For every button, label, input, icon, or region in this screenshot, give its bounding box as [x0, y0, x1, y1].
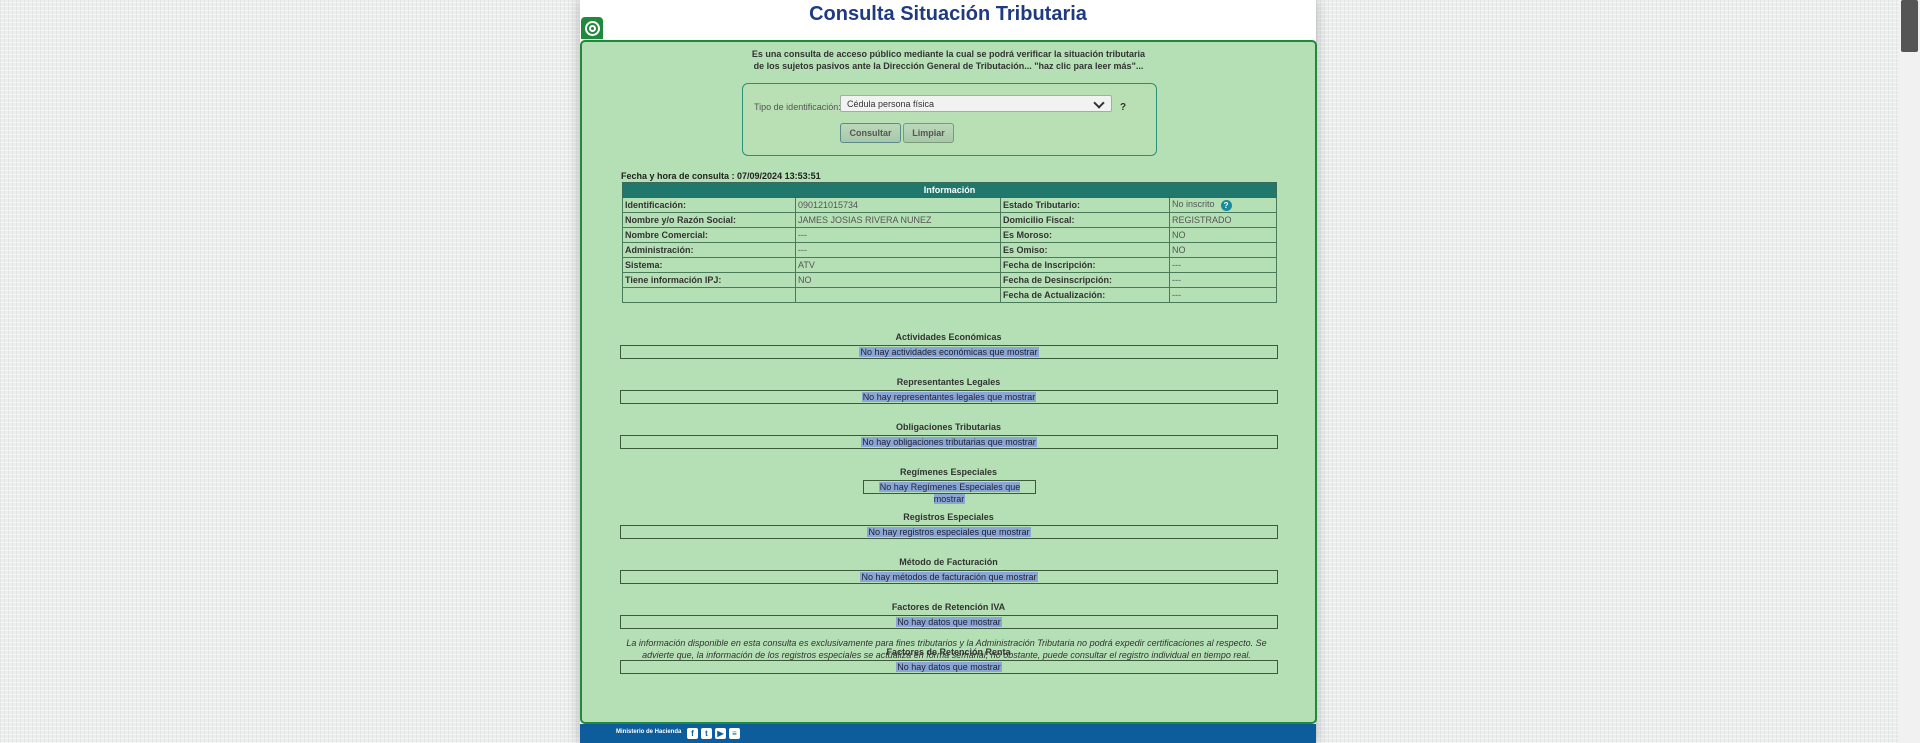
- section-box-representantes: No hay representantes legales que mostra…: [620, 390, 1278, 404]
- label-estado-tributario: Estado Tributario:: [1000, 197, 1170, 213]
- section-title-metodo-facturacion: Método de Facturación: [899, 557, 998, 567]
- footer-brand[interactable]: Ministerio de Hacienda: [616, 729, 681, 735]
- section-title-actividades: Actividades Económicas: [895, 332, 1002, 342]
- section-box-registros: No hay registros especiales que mostrar: [620, 525, 1278, 539]
- value-administracion: ---: [795, 242, 1001, 258]
- youtube-icon[interactable]: ▶: [715, 728, 726, 739]
- value-informacion-ipj: NO: [795, 272, 1001, 288]
- id-type-label: Tipo de identificación:: [754, 102, 841, 112]
- disclaimer-line-1: La información disponible en esta consul…: [626, 638, 1267, 648]
- label-administracion: Administración:: [622, 242, 796, 258]
- table-row: Nombre y/o Razón Social: JAMES JOSIAS RI…: [622, 212, 1277, 228]
- hacienda-logo-icon[interactable]: [581, 17, 603, 39]
- label-nombre: Nombre y/o Razón Social:: [622, 212, 796, 228]
- query-datetime: Fecha y hora de consulta : 07/09/2024 13…: [621, 171, 821, 181]
- value-identificacion: 090121015734: [795, 197, 1001, 213]
- section-box-retencion-iva: No hay datos que mostrar: [620, 615, 1278, 629]
- empty-cell: [622, 287, 796, 303]
- value-domicilio-fiscal: REGISTRADO: [1169, 212, 1277, 228]
- section-message: No hay Regímenes Especiales que mostrar: [878, 482, 1021, 504]
- id-type-select[interactable]: Cédula persona física: [840, 95, 1112, 112]
- intro-line-2: de los sujetos pasivos ante la Dirección…: [753, 61, 1144, 71]
- table-row: Fecha de Actualización: ---: [622, 287, 1277, 303]
- clear-button[interactable]: Limpiar: [903, 123, 954, 143]
- table-row: Nombre Comercial: --- Es Moroso: NO: [622, 227, 1277, 243]
- section-message: No hay actividades económicas que mostra…: [859, 347, 1039, 357]
- table-row: Identificación: 090121015734 Estado Trib…: [622, 197, 1277, 213]
- label-fecha-inscripcion: Fecha de Inscripción:: [1000, 257, 1170, 273]
- menu-list-icon[interactable]: ≡: [729, 728, 740, 739]
- twitter-icon[interactable]: t: [701, 728, 712, 739]
- label-nombre-comercial: Nombre Comercial:: [622, 227, 796, 243]
- label-fecha-actualizacion: Fecha de Actualización:: [1000, 287, 1170, 303]
- value-es-omiso: NO: [1169, 242, 1277, 258]
- label-sistema: Sistema:: [622, 257, 796, 273]
- table-row: Sistema: ATV Fecha de Inscripción: ---: [622, 257, 1277, 273]
- section-message: No hay registros especiales que mostrar: [867, 527, 1031, 537]
- label-es-moroso: Es Moroso:: [1000, 227, 1170, 243]
- table-row: Administración: --- Es Omiso: NO: [622, 242, 1277, 258]
- disclaimer-line-2: advierte que, la información de los regi…: [642, 650, 1251, 660]
- section-message: No hay representantes legales que mostra…: [861, 392, 1037, 402]
- disclaimer-text: La información disponible en esta consul…: [600, 637, 1293, 661]
- section-box-obligaciones: No hay obligaciones tributarias que most…: [620, 435, 1278, 449]
- label-domicilio-fiscal: Domicilio Fiscal:: [1000, 212, 1170, 228]
- section-box-metodo-facturacion: No hay métodos de facturación que mostra…: [620, 570, 1278, 584]
- page-title: Consulta Situación Tributaria: [809, 3, 1087, 25]
- search-box: Tipo de identificación: Cédula persona f…: [742, 83, 1157, 156]
- main-panel: Es una consulta de acceso público median…: [580, 40, 1317, 724]
- intro-text[interactable]: Es una consulta de acceso público median…: [582, 48, 1315, 72]
- chevron-down-icon: [1093, 97, 1105, 109]
- id-type-selected-value: Cédula persona física: [847, 99, 935, 109]
- section-title-representantes: Representantes Legales: [896, 377, 1001, 387]
- section-message: No hay obligaciones tributarias que most…: [861, 437, 1037, 447]
- value-es-moroso: NO: [1169, 227, 1277, 243]
- value-fecha-inscripcion: ---: [1169, 257, 1277, 273]
- scrollbar-track[interactable]: [1899, 0, 1920, 743]
- section-message: No hay datos que mostrar: [896, 617, 1002, 627]
- section-title-regimenes: Regímenes Especiales: [899, 467, 998, 477]
- consult-button[interactable]: Consultar: [840, 123, 901, 143]
- page-container: Consulta Situación Tributaria Es una con…: [580, 0, 1317, 743]
- footer: Ministerio de Hacienda f t ▶ ≡: [580, 724, 1316, 743]
- help-link[interactable]: ?: [1120, 102, 1126, 113]
- intro-line-1: Es una consulta de acceso público median…: [751, 49, 1146, 59]
- value-estado-tributario-cell: No inscrito?: [1169, 197, 1277, 213]
- label-es-omiso: Es Omiso:: [1000, 242, 1170, 258]
- question-circle-icon[interactable]: ?: [1220, 199, 1232, 211]
- value-nombre-comercial: ---: [795, 227, 1001, 243]
- table-row: Tiene información IPJ: NO Fecha de Desin…: [622, 272, 1277, 288]
- label-identificacion: Identificación:: [622, 197, 796, 213]
- value-fecha-desinscripcion: ---: [1169, 272, 1277, 288]
- information-header: Información: [622, 182, 1277, 198]
- section-message: No hay datos que mostrar: [896, 662, 1002, 672]
- label-fecha-desinscripcion: Fecha de Desinscripción:: [1000, 272, 1170, 288]
- empty-cell: [795, 287, 1001, 303]
- section-title-retencion-iva: Factores de Retención IVA: [891, 602, 1006, 612]
- section-title-registros: Registros Especiales: [903, 512, 994, 522]
- value-estado-tributario: No inscrito: [1172, 199, 1215, 210]
- section-title-obligaciones: Obligaciones Tributarias: [895, 422, 1002, 432]
- information-table: Información Identificación: 090121015734…: [622, 182, 1277, 303]
- label-informacion-ipj: Tiene información IPJ:: [622, 272, 796, 288]
- value-sistema: ATV: [795, 257, 1001, 273]
- section-box-actividades: No hay actividades económicas que mostra…: [620, 345, 1278, 359]
- section-box-regimenes: No hay Regímenes Especiales que mostrar: [863, 480, 1036, 504]
- value-fecha-actualizacion: ---: [1169, 287, 1277, 303]
- value-nombre: JAMES JOSIAS RIVERA NUNEZ: [795, 212, 1001, 228]
- section-message: No hay métodos de facturación que mostra…: [860, 572, 1038, 582]
- facebook-icon[interactable]: f: [687, 728, 698, 739]
- section-box-retencion-renta: No hay datos que mostrar: [620, 660, 1278, 674]
- scrollbar-thumb[interactable]: [1901, 0, 1918, 52]
